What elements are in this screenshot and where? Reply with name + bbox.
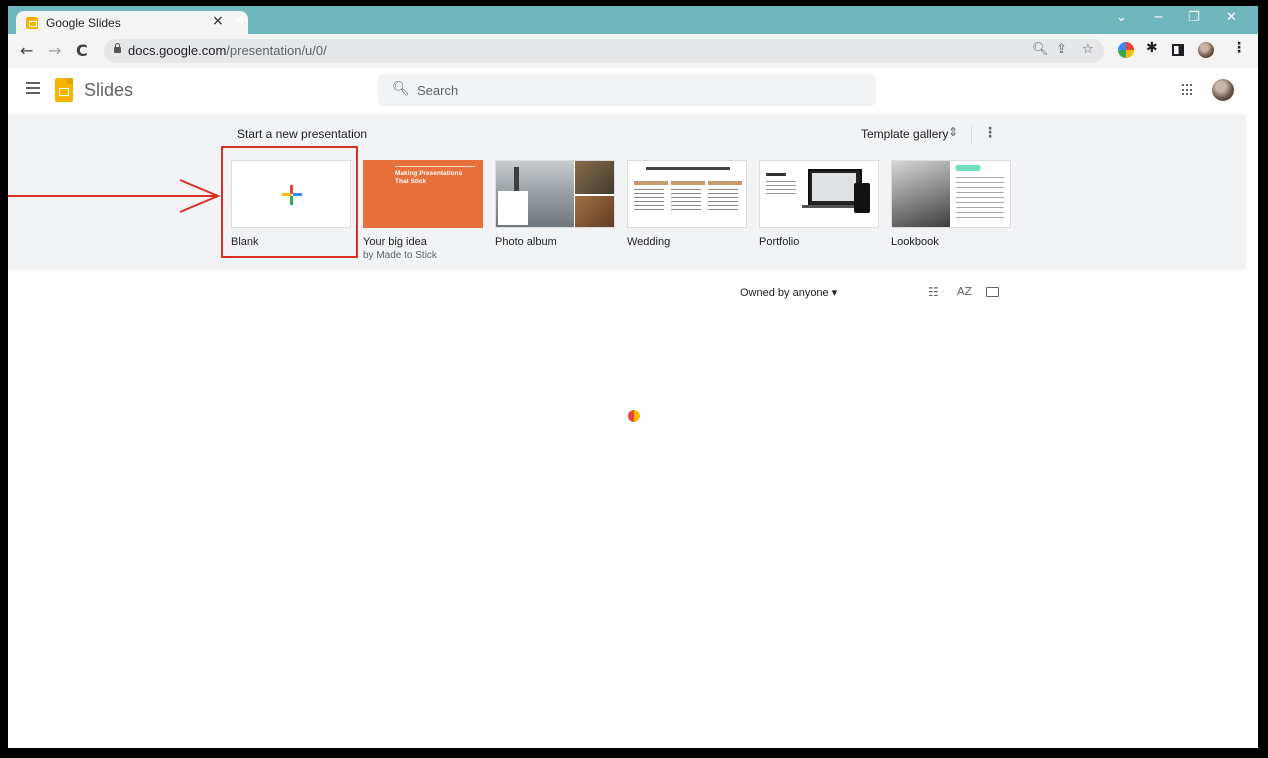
template-thumbnail[interactable]	[759, 160, 879, 228]
hamburger-menu-icon[interactable]	[26, 82, 40, 94]
extension-colorful-icon[interactable]	[1118, 42, 1134, 58]
puzzle-icon[interactable]: ✱	[1146, 40, 1162, 56]
thumbnail-rule	[395, 166, 475, 167]
minimize-button[interactable]: −	[1153, 10, 1164, 25]
text-card	[498, 191, 528, 225]
thumb-text	[708, 189, 738, 211]
loading-spinner-icon	[628, 410, 640, 422]
tab-close-icon[interactable]: ×	[212, 13, 224, 29]
template-thumbnail[interactable]	[495, 160, 615, 228]
browser-toolbar: ← → C docs.google.com/presentation/u/0/ …	[8, 34, 1258, 69]
thumb-column	[708, 181, 742, 185]
template-thumbnail[interactable]: Making Presentations That Stick	[363, 160, 483, 228]
template-photo-album[interactable]: Photo album	[495, 160, 615, 248]
lock-icon[interactable]	[114, 43, 121, 53]
restore-button[interactable]: ❐	[1188, 10, 1200, 25]
address-bar[interactable]: docs.google.com/presentation/u/0/ 🔍︎ ⇪ ☆	[104, 39, 1104, 63]
app-name[interactable]: Slides	[84, 80, 133, 101]
template-label: Lookbook	[891, 236, 939, 248]
template-wedding[interactable]: Wedding	[627, 160, 747, 248]
close-window-button[interactable]: ✕	[1226, 10, 1237, 25]
template-thumbnail[interactable]	[891, 160, 1011, 228]
template-thumbnail[interactable]	[627, 160, 747, 228]
template-your-big-idea[interactable]: Making Presentations That Stick Your big…	[363, 160, 483, 261]
owner-filter-dropdown[interactable]: Owned by anyone ▾	[740, 286, 837, 299]
tab-search-icon[interactable]: ⌄	[1116, 10, 1127, 25]
new-tab-button[interactable]: +	[234, 9, 249, 30]
list-view-icon[interactable]: ☷	[928, 285, 939, 299]
template-lookbook[interactable]: Lookbook	[891, 160, 1011, 248]
reload-button[interactable]: C	[76, 41, 88, 60]
template-label: Wedding	[627, 236, 671, 248]
thumb-text	[634, 189, 664, 211]
blank-highlight-box	[221, 146, 358, 258]
pointer-arrow-icon	[8, 179, 221, 213]
expand-collapse-icon[interactable]: ⇕	[948, 125, 958, 139]
thumb-column	[671, 181, 705, 185]
browser-window: Google Slides × + ⌄ − ❐ ✕ ← → C docs.goo…	[8, 6, 1258, 748]
thumb-title-line	[766, 173, 786, 176]
url-path: /presentation/u/0/	[226, 43, 327, 58]
tab-title: Google Slides	[46, 16, 121, 30]
sidepanel-icon[interactable]	[1172, 44, 1184, 56]
phone-shape	[854, 183, 870, 213]
sort-icon[interactable]: AZ	[957, 285, 972, 298]
slides-header: Slides 🔍︎ Search	[8, 68, 1258, 114]
search-placeholder: Search	[417, 83, 459, 98]
folder-icon[interactable]	[986, 287, 999, 297]
slides-logo-icon[interactable]	[55, 78, 73, 102]
search-icon[interactable]: 🔍︎	[392, 81, 410, 97]
template-label: Your big idea	[363, 236, 427, 248]
tab-strip: Google Slides × + ⌄ − ❐ ✕	[8, 6, 1258, 34]
thumbnail-title: Making Presentations That Stick	[395, 170, 463, 185]
google-apps-icon[interactable]	[1182, 84, 1194, 96]
divider	[971, 126, 972, 144]
template-gallery-button[interactable]: Template gallery	[861, 127, 948, 141]
photo-tile	[575, 161, 614, 194]
thumb-text	[956, 177, 1004, 221]
star-icon[interactable]: ☆	[1082, 42, 1094, 57]
bw-photo	[892, 161, 950, 227]
browser-tab[interactable]: Google Slides ×	[16, 11, 248, 34]
slides-favicon-icon	[26, 17, 38, 29]
search-input[interactable]: 🔍︎ Search	[378, 74, 876, 106]
kebab-menu-icon[interactable]: ⋮	[1232, 40, 1248, 56]
thumb-column	[634, 181, 668, 185]
template-label: Portfolio	[759, 236, 800, 248]
photo-tile	[575, 196, 614, 227]
template-author: by Made to Stick	[363, 250, 437, 261]
more-options-icon[interactable]: ⋮	[983, 125, 997, 141]
laptop-screen	[812, 173, 856, 201]
account-avatar[interactable]	[1212, 79, 1234, 101]
template-panel: Start a new presentation Template galler…	[8, 114, 1246, 270]
thumb-text	[766, 181, 796, 197]
back-button[interactable]: ←	[20, 41, 33, 60]
template-portfolio[interactable]: Portfolio	[759, 160, 879, 248]
share-icon[interactable]: ⇪	[1056, 42, 1067, 57]
url-text: docs.google.com/presentation/u/0/	[128, 43, 327, 58]
profile-avatar[interactable]	[1198, 42, 1214, 58]
thumb-tag	[956, 165, 980, 171]
section-title: Start a new presentation	[237, 127, 368, 141]
thumb-heading-line	[646, 167, 730, 170]
thumb-text	[671, 189, 701, 211]
forward-button[interactable]: →	[48, 41, 61, 60]
template-label: Photo album	[495, 236, 557, 248]
zoom-icon[interactable]: 🔍︎	[1032, 42, 1049, 57]
url-host: docs.google.com	[128, 43, 227, 58]
